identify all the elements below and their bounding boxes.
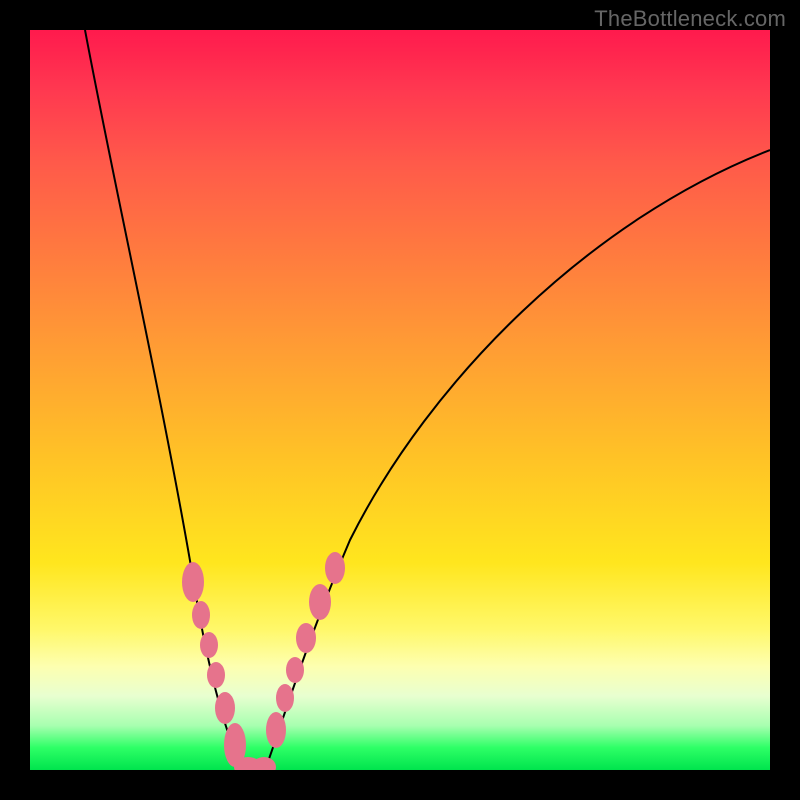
chart-plot-area [30,30,770,770]
bead-icon [215,692,235,724]
chart-svg [30,30,770,770]
bead-icon [207,662,225,688]
bead-icon [296,623,316,653]
bead-icon [309,584,331,620]
bead-icon [182,562,204,602]
curve-right-branch [265,150,770,770]
curve-left-branch [85,30,245,770]
bead-icon [276,684,294,712]
bead-icon [200,632,218,658]
bead-icon [266,712,286,748]
bead-icon [325,552,345,584]
watermark-text: TheBottleneck.com [594,6,786,32]
bead-icon [286,657,304,683]
bead-cluster [182,552,345,770]
bead-icon [192,601,210,629]
